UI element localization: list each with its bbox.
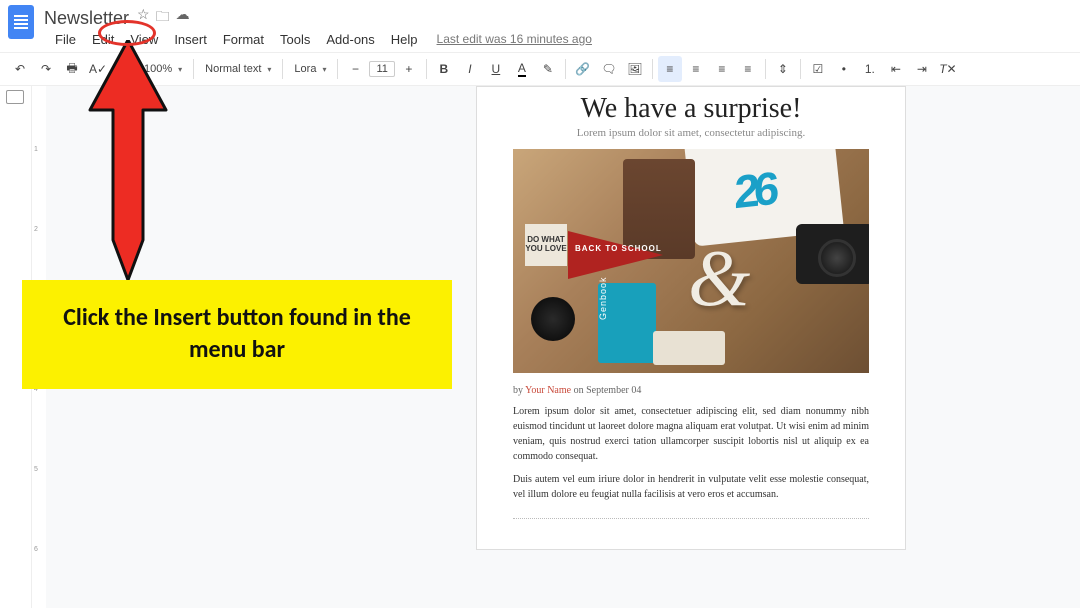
- menu-edit[interactable]: Edit: [85, 30, 121, 49]
- redo-button[interactable]: ↷: [34, 56, 58, 82]
- menu-format[interactable]: Format: [216, 30, 271, 49]
- line-spacing-button[interactable]: ⇕: [771, 56, 795, 82]
- publish-date: on September 04: [571, 385, 641, 396]
- last-edit-info[interactable]: Last edit was 16 minutes ago: [437, 32, 592, 46]
- divider-dots: [513, 518, 869, 519]
- insert-link-button[interactable]: 🔗: [571, 56, 595, 82]
- align-center-button[interactable]: ≡: [684, 56, 708, 82]
- star-icon[interactable]: ☆: [137, 6, 150, 30]
- add-comment-button[interactable]: 🗨: [597, 56, 621, 82]
- paint-format-button[interactable]: 🖌: [112, 56, 136, 82]
- outline-toggle-icon[interactable]: [6, 90, 24, 104]
- author-name[interactable]: Your Name: [525, 385, 571, 396]
- font-size-increase[interactable]: +: [397, 56, 421, 82]
- menu-bar: File Edit View Insert Format Tools Add-o…: [0, 30, 1080, 52]
- menu-view[interactable]: View: [123, 30, 165, 49]
- document-page[interactable]: We have a surprise! Lorem ipsum dolor si…: [476, 86, 906, 550]
- underline-button[interactable]: U: [484, 56, 508, 82]
- align-left-button[interactable]: ≡: [658, 56, 682, 82]
- paragraph-2[interactable]: Duis autem vel eum iriure dolor in hendr…: [513, 472, 869, 502]
- spellcheck-button[interactable]: A✓: [86, 56, 110, 82]
- menu-insert[interactable]: Insert: [167, 30, 214, 49]
- docs-logo-icon[interactable]: [8, 5, 34, 39]
- newsletter-subheading[interactable]: Lorem ipsum dolor sit amet, consectetur …: [513, 127, 869, 139]
- font-size-decrease[interactable]: −: [343, 56, 367, 82]
- bulleted-list-button[interactable]: •: [832, 56, 856, 82]
- move-icon[interactable]: 🗀: [156, 6, 170, 30]
- vruler-tick: 6: [34, 546, 38, 553]
- font-select[interactable]: Lora: [288, 60, 332, 78]
- paragraph-1[interactable]: Lorem ipsum dolor sit amet, consectetuer…: [513, 404, 869, 464]
- bold-button[interactable]: B: [432, 56, 456, 82]
- by-prefix: by: [513, 385, 525, 396]
- tag-graphic: [653, 331, 725, 365]
- title-bar: Newsletter ☆ 🗀 ☁: [0, 0, 1080, 30]
- menu-tools[interactable]: Tools: [273, 30, 317, 49]
- disc-graphic: [531, 297, 575, 341]
- newsletter-heading[interactable]: We have a surprise!: [513, 93, 869, 125]
- ampersand-graphic: &: [688, 234, 750, 325]
- text-color-button[interactable]: A: [510, 56, 534, 82]
- byline[interactable]: by Your Name on September 04: [513, 385, 869, 396]
- hero-image[interactable]: 26 DO WHAT YOU LOVE BACK TO SCHOOL & Gen…: [513, 149, 869, 373]
- toolbar: ↶ ↷ 🖶 A✓ 🖌 100% Normal text Lora − 11 + …: [0, 52, 1080, 86]
- numbered-list-button[interactable]: 1.: [858, 56, 882, 82]
- love-card-graphic: DO WHAT YOU LOVE: [525, 224, 567, 266]
- pennant-graphic: [568, 231, 663, 279]
- undo-button[interactable]: ↶: [8, 56, 32, 82]
- highlight-button[interactable]: ✎: [536, 56, 560, 82]
- menu-file[interactable]: File: [48, 30, 83, 49]
- insert-image-button[interactable]: 🖼: [623, 56, 647, 82]
- clear-formatting-button[interactable]: T✕: [936, 56, 960, 82]
- print-button[interactable]: 🖶: [60, 56, 84, 82]
- font-size-input[interactable]: 11: [369, 61, 394, 77]
- indent-increase-button[interactable]: ⇥: [910, 56, 934, 82]
- camera-graphic: [796, 224, 869, 284]
- annotation-callout: Click the Insert button found in the men…: [22, 280, 452, 389]
- cloud-status-icon[interactable]: ☁: [176, 6, 190, 30]
- blue-box-text: Genbook: [598, 276, 608, 320]
- menu-help[interactable]: Help: [384, 30, 425, 49]
- document-title[interactable]: Newsletter: [44, 8, 129, 29]
- zoom-select[interactable]: 100%: [138, 60, 188, 78]
- align-right-button[interactable]: ≡: [710, 56, 734, 82]
- indent-decrease-button[interactable]: ⇤: [884, 56, 908, 82]
- vruler-tick: 5: [34, 466, 38, 473]
- italic-button[interactable]: I: [458, 56, 482, 82]
- vruler-tick: 1: [34, 146, 38, 153]
- align-justify-button[interactable]: ≡: [736, 56, 760, 82]
- paragraph-style-select[interactable]: Normal text: [199, 60, 277, 78]
- checklist-button[interactable]: ☑: [806, 56, 830, 82]
- vruler-tick: 2: [34, 226, 38, 233]
- menu-addons[interactable]: Add-ons: [319, 30, 381, 49]
- pennant-text: BACK TO SCHOOL: [575, 244, 662, 253]
